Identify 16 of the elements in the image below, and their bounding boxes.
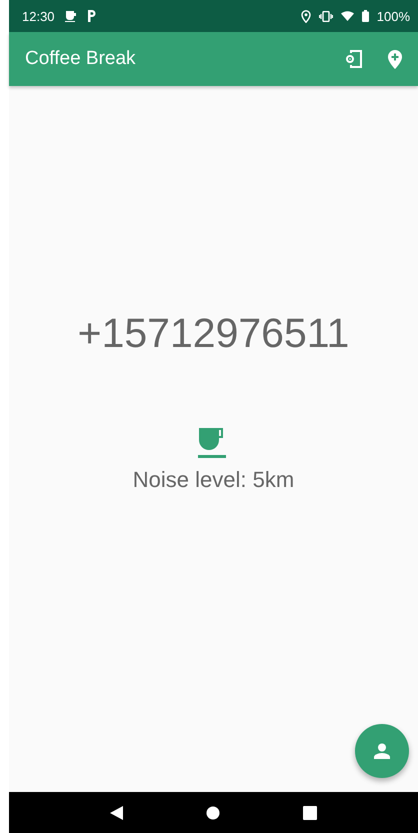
wifi-icon (340, 11, 354, 21)
battery-percentage: 100% (376, 8, 410, 24)
battery-icon (362, 10, 369, 22)
location-icon (300, 10, 311, 22)
noise-level-text: Noise level: 5km (132, 467, 294, 493)
status-time: 12:30 (22, 8, 55, 24)
recents-icon[interactable] (302, 806, 317, 820)
parking-icon (86, 10, 97, 22)
back-icon[interactable] (110, 806, 124, 820)
cup-icon (64, 10, 77, 22)
vibrate-icon (318, 10, 333, 22)
floating-action-button[interactable] (355, 724, 409, 778)
person-icon (374, 743, 390, 759)
app-title: Coffee Break (25, 48, 137, 70)
phone-number: +15712976511 (78, 310, 350, 357)
home-icon[interactable] (206, 806, 220, 820)
